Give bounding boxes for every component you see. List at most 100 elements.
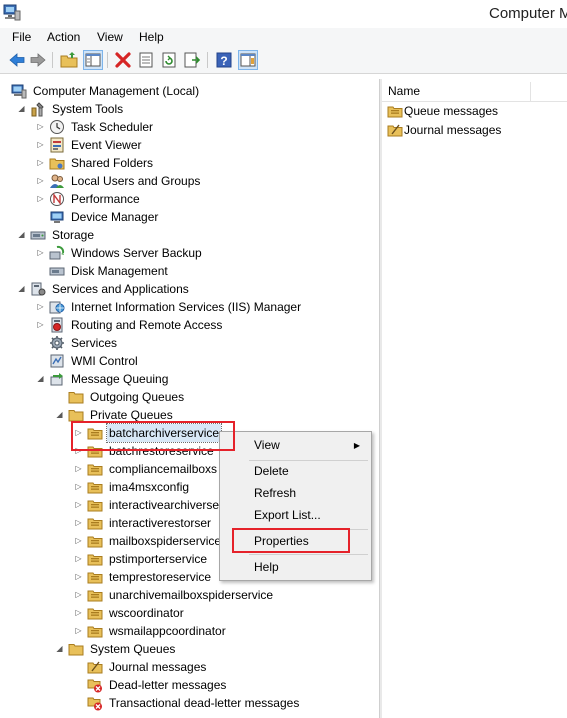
expand-arrow-icon[interactable]: ▷ — [74, 622, 83, 640]
tree-item-services[interactable]: Services — [0, 334, 379, 352]
dead-letter-queue-icon — [87, 697, 102, 711]
tree-label: mailboxspiderservice — [109, 534, 222, 548]
show-hide-action-pane-icon[interactable] — [238, 50, 258, 70]
tree-item-storage[interactable]: ◢ Storage — [0, 226, 379, 244]
tree-item-disk-management[interactable]: Disk Management — [0, 262, 379, 280]
column-header-name[interactable]: Name — [382, 82, 567, 102]
column-divider[interactable] — [530, 82, 531, 101]
gear-icon — [50, 336, 64, 350]
highlight-box-properties — [232, 528, 350, 553]
collapse-arrow-icon[interactable]: ◢ — [17, 226, 26, 244]
expand-arrow-icon[interactable]: ▷ — [74, 568, 83, 586]
up-folder-icon[interactable] — [60, 51, 78, 69]
delete-icon[interactable] — [114, 51, 132, 69]
tree-item-routing-remote-access[interactable]: ▷ Routing and Remote Access — [0, 316, 379, 334]
refresh-icon[interactable] — [160, 51, 178, 69]
queue-icon — [87, 464, 103, 476]
tree-item-shared-folders[interactable]: ▷ Shared Folders — [0, 154, 379, 172]
tree-label: interactiverestorser — [109, 516, 212, 530]
list-item[interactable]: Queue messages — [382, 102, 567, 120]
collapse-arrow-icon[interactable]: ◢ — [17, 280, 26, 298]
tree-item-private-queue[interactable]: ▷ unarchivemailboxspiderservice — [0, 586, 379, 604]
menu-help[interactable]: Help — [139, 28, 164, 46]
expand-arrow-icon[interactable]: ▷ — [36, 118, 45, 136]
menu-file[interactable]: File — [12, 28, 31, 46]
expand-arrow-icon[interactable]: ▷ — [74, 532, 83, 550]
expand-arrow-icon[interactable]: ▷ — [74, 514, 83, 532]
context-menu-view[interactable]: View ▶ — [221, 435, 370, 456]
help-icon[interactable]: ? — [215, 51, 233, 69]
tree-item-journal-messages[interactable]: Journal messages — [0, 658, 379, 676]
expand-arrow-icon[interactable]: ▷ — [74, 478, 83, 496]
tree-label: wsmailappcoordinator — [109, 624, 226, 638]
tree-item-services-and-applications[interactable]: ◢ Services and Applications — [0, 280, 379, 298]
tree-item-system-queues[interactable]: ◢ System Queues — [0, 640, 379, 658]
menu-bar: File Action View Help — [0, 28, 567, 48]
expand-arrow-icon[interactable]: ▷ — [74, 460, 83, 478]
folder-icon — [68, 392, 84, 404]
tree-item-message-queuing[interactable]: ◢ Message Queuing — [0, 370, 379, 388]
tree-label: Event Viewer — [71, 138, 142, 152]
tree-item-system-tools[interactable]: ◢ System Tools — [0, 100, 379, 118]
collapse-arrow-icon[interactable]: ◢ — [17, 100, 26, 118]
tree-item-transactional-dead-letter-messages[interactable]: Transactional dead-letter messages — [0, 694, 379, 712]
tree-label: Dead-letter messages — [109, 678, 227, 692]
expand-arrow-icon[interactable]: ▷ — [36, 316, 45, 334]
properties-icon[interactable] — [137, 51, 155, 69]
context-menu-export-list[interactable]: Export List... — [221, 505, 370, 526]
expand-arrow-icon[interactable]: ▷ — [74, 586, 83, 604]
tree-item-windows-server-backup[interactable]: ▷ Windows Server Backup — [0, 244, 379, 262]
queue-icon — [87, 554, 103, 566]
expand-arrow-icon[interactable]: ▷ — [36, 190, 45, 208]
expand-arrow-icon[interactable]: ▷ — [36, 136, 45, 154]
expand-arrow-icon[interactable]: ▷ — [36, 172, 45, 190]
toolbar-separator — [52, 52, 53, 68]
event-viewer-icon — [50, 137, 64, 153]
tree-item-private-queue[interactable]: ▷ wsmailappcoordinator — [0, 622, 379, 640]
folder-icon — [68, 644, 84, 656]
tree-item-local-users-and-groups[interactable]: ▷ Local Users and Groups — [0, 172, 379, 190]
tree-item-task-scheduler[interactable]: ▷ Task Scheduler — [0, 118, 379, 136]
context-menu-help[interactable]: Help — [221, 557, 370, 578]
expand-arrow-icon[interactable]: ▷ — [36, 298, 45, 316]
tree-item-performance[interactable]: ▷ Performance — [0, 190, 379, 208]
tree-item-computer-management[interactable]: Computer Management (Local) — [0, 82, 379, 100]
queue-icon — [87, 536, 103, 548]
queue-icon — [87, 482, 103, 494]
expand-arrow-icon[interactable]: ▷ — [74, 550, 83, 568]
tree-item-iis-manager[interactable]: ▷ Internet Information Services (IIS) Ma… — [0, 298, 379, 316]
tree-label: Services and Applications — [52, 282, 189, 296]
tree-label: compliancemailboxs — [109, 462, 218, 476]
context-menu-delete[interactable]: Delete — [221, 461, 370, 482]
tree-item-wmi-control[interactable]: WMI Control — [0, 352, 379, 370]
console-tree[interactable]: Computer Management (Local) ◢ System Too… — [0, 79, 380, 718]
tree-item-device-manager[interactable]: Device Manager — [0, 208, 379, 226]
menu-action[interactable]: Action — [47, 28, 80, 46]
expand-arrow-icon[interactable]: ▷ — [36, 154, 45, 172]
tree-item-private-queue[interactable]: ▷ wscoordinator — [0, 604, 379, 622]
forward-arrow-icon[interactable] — [29, 51, 47, 69]
tree-label: interactivearchiverse — [109, 498, 220, 512]
journal-queue-icon — [387, 124, 403, 137]
export-list-icon[interactable] — [183, 51, 201, 69]
menu-view[interactable]: View — [97, 28, 123, 46]
tree-item-outgoing-queues[interactable]: Outgoing Queues — [0, 388, 379, 406]
back-arrow-icon[interactable] — [8, 51, 26, 69]
expand-arrow-icon[interactable]: ▷ — [74, 496, 83, 514]
show-hide-console-tree-icon[interactable] — [83, 50, 103, 70]
storage-icon — [30, 231, 46, 240]
tree-item-event-viewer[interactable]: ▷ Event Viewer — [0, 136, 379, 154]
expand-arrow-icon[interactable]: ▷ — [36, 244, 45, 262]
expand-arrow-icon[interactable]: ▷ — [74, 604, 83, 622]
collapse-arrow-icon[interactable]: ◢ — [55, 640, 64, 658]
collapse-arrow-icon[interactable]: ◢ — [55, 406, 64, 424]
context-menu-refresh[interactable]: Refresh — [221, 483, 370, 504]
collapse-arrow-icon[interactable]: ◢ — [36, 370, 45, 388]
tree-item-dead-letter-messages[interactable]: Dead-letter messages — [0, 676, 379, 694]
context-menu-separator — [249, 554, 368, 555]
list-item[interactable]: Journal messages — [382, 121, 567, 139]
tree-label: ima4msxconfig — [109, 480, 190, 494]
backup-icon — [49, 245, 65, 260]
tree-label: WMI Control — [71, 354, 138, 368]
results-pane[interactable]: Name Queue messages Journal messages — [382, 79, 567, 718]
